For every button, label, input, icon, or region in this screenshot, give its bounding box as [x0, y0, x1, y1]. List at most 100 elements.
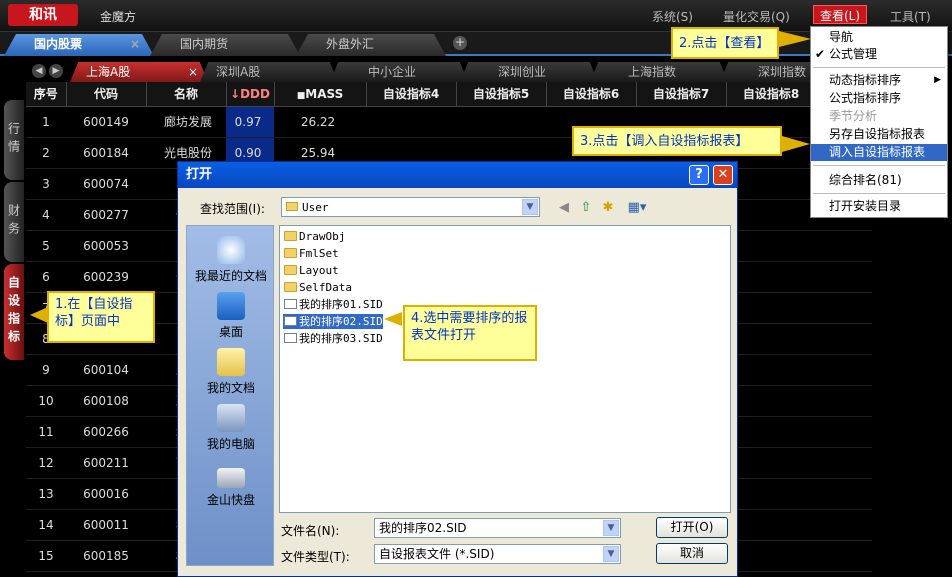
subtab-sme[interactable]: 中小企业: [330, 62, 468, 82]
col-header-mass[interactable]: ■MASS: [274, 82, 367, 107]
look-in-combo[interactable]: User ▼: [281, 197, 540, 217]
place-desktop[interactable]: 桌面: [187, 292, 275, 340]
menu-item-dynamic-sort[interactable]: 动态指标排序 ▶: [811, 72, 947, 89]
empty-cell: [816, 447, 872, 479]
drive-icon: [217, 468, 245, 488]
new-folder-icon[interactable]: ✱: [598, 199, 618, 217]
callout-step4: 4.选中需要排序的报表文件打开: [403, 305, 537, 361]
subtab-sz-gem[interactable]: 深圳创业: [460, 62, 598, 82]
place-my-computer[interactable]: 我的电脑: [187, 404, 275, 452]
callout-arrow: [384, 312, 402, 326]
open-button[interactable]: 打开(O): [656, 517, 728, 538]
menu-item-load-report[interactable]: 调入自设指标报表: [811, 144, 947, 161]
stock-code: 600211: [66, 447, 146, 479]
col-header-name[interactable]: 名称: [146, 82, 227, 107]
subtab-sz-a[interactable]: 深圳A股: [200, 62, 338, 82]
row-index: 15: [26, 540, 66, 572]
view-menu-icon[interactable]: ▦▾: [624, 199, 650, 217]
sidetab-custom-indicators[interactable]: 自设指标: [4, 264, 24, 360]
chevron-down-icon[interactable]: ▼: [603, 546, 619, 562]
menu-item-composite-rank[interactable]: 综合排名(81): [811, 172, 947, 189]
empty-cell: [816, 261, 872, 293]
file-name: 我的排序02.SID: [299, 315, 383, 328]
folder-icon: [284, 265, 297, 275]
place-kuaipan[interactable]: 金山快盘: [187, 462, 275, 508]
sidetab-quotes[interactable]: 行情: [4, 100, 24, 180]
my-documents-icon: [217, 348, 245, 376]
folder-item[interactable]: SelfData: [283, 280, 352, 295]
chevron-down-icon[interactable]: ▼: [603, 520, 619, 536]
col-header-code[interactable]: 代码: [66, 82, 147, 107]
menu-system[interactable]: 系统(S): [652, 8, 693, 25]
prev-tab-icon[interactable]: ◀: [32, 64, 46, 78]
subtab-label: 中小企业: [368, 65, 417, 79]
stock-code: 600185: [66, 540, 146, 572]
up-folder-icon[interactable]: ⇧: [576, 199, 596, 217]
place-my-documents[interactable]: 我的文档: [187, 348, 275, 396]
my-computer-icon: [217, 404, 245, 432]
folder-item[interactable]: Layout: [283, 263, 339, 278]
row-index: 5: [26, 230, 66, 262]
row-index: 9: [26, 354, 66, 386]
empty-cell: [816, 385, 872, 417]
menu-quant-trading[interactable]: 量化交易(Q): [723, 8, 790, 25]
row-index: 1: [26, 106, 66, 138]
place-recent[interactable]: 我最近的文档: [187, 236, 275, 284]
row-index: 12: [26, 447, 66, 479]
col-header-ddd[interactable]: ↓DDD: [226, 82, 275, 107]
close-button[interactable]: ✕: [713, 165, 733, 185]
tab-domestic-stocks[interactable]: 国内股票 ×: [4, 34, 154, 56]
col-header-label: MASS: [305, 86, 344, 101]
menu-item-navigation[interactable]: 导航: [811, 29, 947, 46]
empty-cell: [366, 106, 456, 138]
close-icon[interactable]: ×: [130, 34, 140, 54]
col-header-custom5[interactable]: 自设指标5: [456, 82, 547, 107]
empty-cell: [816, 509, 872, 541]
folder-item[interactable]: DrawObj: [283, 229, 345, 244]
next-tab-icon[interactable]: ▶: [49, 64, 63, 78]
subtab-sh-a[interactable]: 上海A股 ×: [70, 62, 208, 82]
tab-foreign-markets[interactable]: 外盘外汇: [296, 34, 446, 56]
col-header-custom8[interactable]: 自设指标8: [726, 82, 817, 107]
col-header-custom7[interactable]: 自设指标7: [636, 82, 727, 107]
menu-view[interactable]: 查看(L): [813, 5, 868, 24]
file-item[interactable]: 我的排序03.SID: [283, 331, 383, 346]
menu-item-open-install-dir[interactable]: 打开安装目录: [811, 198, 947, 215]
stock-code: 600104: [66, 354, 146, 386]
menu-item-save-report[interactable]: 另存自设指标报表: [811, 126, 947, 143]
col-header-custom4[interactable]: 自设指标4: [366, 82, 457, 107]
sidetab-finance[interactable]: 财务: [4, 182, 24, 262]
help-button[interactable]: ?: [689, 165, 709, 185]
submenu-arrow-icon: ▶: [934, 75, 941, 85]
col-header-index[interactable]: 序号: [26, 82, 67, 107]
menu-item-formula-sort[interactable]: 公式指标排序: [811, 90, 947, 107]
place-label: 我的文档: [206, 381, 255, 395]
folder-item[interactable]: FmlSet: [283, 246, 339, 261]
chevron-down-icon[interactable]: ▼: [522, 199, 538, 215]
document-icon: [284, 299, 297, 309]
folder-icon: [284, 248, 297, 258]
file-name: FmlSet: [299, 247, 339, 260]
file-item[interactable]: 我的排序01.SID: [283, 297, 383, 312]
add-tab-icon[interactable]: +: [453, 36, 467, 50]
file-item[interactable]: 我的排序02.SID: [283, 314, 383, 329]
filetype-select[interactable]: 自设报表文件 (*.SID) ▼: [374, 544, 621, 564]
close-icon[interactable]: ×: [188, 62, 198, 82]
tab-label: 国内股票: [34, 37, 83, 51]
col-header-custom6[interactable]: 自设指标6: [546, 82, 637, 107]
subtab-sh-index[interactable]: 上海指数: [590, 62, 728, 82]
callout-arrow: [782, 136, 810, 152]
back-icon[interactable]: ◀: [554, 199, 574, 217]
stock-code: 600266: [66, 416, 146, 448]
tab-domestic-futures[interactable]: 国内期货: [150, 34, 300, 56]
empty-cell: [726, 540, 816, 572]
empty-cell: [456, 106, 546, 138]
filename-input[interactable]: 我的排序02.SID ▼: [374, 518, 621, 538]
menu-tools[interactable]: 工具(T): [890, 8, 931, 25]
empty-cell: [816, 230, 872, 262]
cancel-button[interactable]: 取消: [656, 543, 728, 564]
menu-item-formula-manager[interactable]: ✔ 公式管理: [811, 46, 947, 63]
stock-code: 600016: [66, 478, 146, 510]
subtab-label: 深圳创业: [498, 65, 547, 79]
row-index: 2: [26, 137, 66, 169]
